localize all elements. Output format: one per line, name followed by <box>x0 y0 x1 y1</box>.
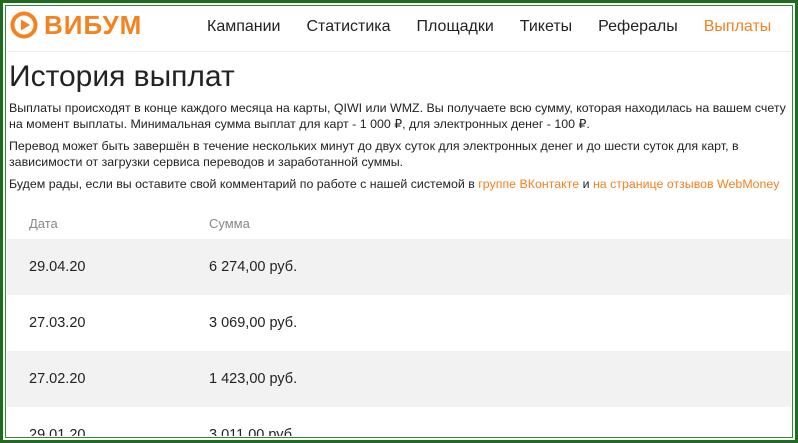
top-header: ВИБУМ Кампании Статистика Площадки Тикет… <box>7 7 791 47</box>
page-title: История выплат <box>9 60 235 93</box>
table-row: 29.04.20 6 274,00 руб. <box>7 239 791 295</box>
feedback-conjunction: и <box>579 177 593 191</box>
row-date: 27.02.20 <box>29 371 86 387</box>
nav-item-referrals[interactable]: Рефералы <box>598 17 678 37</box>
logo[interactable]: ВИБУМ <box>10 11 142 39</box>
row-sum: 3 011,00 руб. <box>209 427 297 436</box>
row-date: 29.04.20 <box>29 259 86 275</box>
transfer-time-text: Перевод может быть завершён в течение не… <box>9 139 739 169</box>
payout-description: Выплаты происходят в конце каждого месяц… <box>9 100 791 198</box>
nav-item-campaigns[interactable]: Кампании <box>207 17 281 37</box>
header-divider <box>7 51 791 52</box>
row-sum: 3 069,00 руб. <box>209 315 298 331</box>
column-header-date: Дата <box>29 215 58 231</box>
payout-history-table: Дата Сумма 29.04.20 6 274,00 руб. 27.03.… <box>7 207 791 436</box>
row-date: 27.03.20 <box>29 315 86 331</box>
feedback-prefix: Будем рады, если вы оставите свой коммен… <box>9 177 479 191</box>
nav-item-tickets[interactable]: Тикеты <box>520 17 572 37</box>
row-date: 29.01.20 <box>29 427 86 436</box>
main-nav: Кампании Статистика Площадки Тикеты Рефе… <box>207 17 791 37</box>
play-circle-icon <box>10 11 38 39</box>
page: ВИБУМ Кампании Статистика Площадки Тикет… <box>7 7 791 436</box>
payout-info-text: Выплаты происходят в конце каждого месяц… <box>9 101 786 131</box>
column-header-sum: Сумма <box>209 215 250 231</box>
table-header: Дата Сумма <box>7 207 791 239</box>
table-row: 27.02.20 1 423,00 руб. <box>7 351 791 407</box>
vk-group-link[interactable]: группе ВКонтакте <box>478 177 579 191</box>
row-sum: 1 423,00 руб. <box>209 371 298 387</box>
brand-name: ВИБУМ <box>44 10 143 40</box>
feedback-text: Будем рады, если вы оставите свой коммен… <box>9 176 791 192</box>
table-row: 27.03.20 3 069,00 руб. <box>7 295 791 351</box>
row-sum: 6 274,00 руб. <box>209 259 298 275</box>
table-row: 29.01.20 3 011,00 руб. <box>7 407 791 436</box>
nav-item-payouts[interactable]: Выплаты <box>704 17 772 37</box>
window-frame: ВИБУМ Кампании Статистика Площадки Тикет… <box>0 0 798 443</box>
webmoney-reviews-link[interactable]: на странице отзывов WebMoney <box>593 177 780 191</box>
nav-item-statistics[interactable]: Статистика <box>307 17 391 37</box>
nav-item-platforms[interactable]: Площадки <box>417 17 494 37</box>
